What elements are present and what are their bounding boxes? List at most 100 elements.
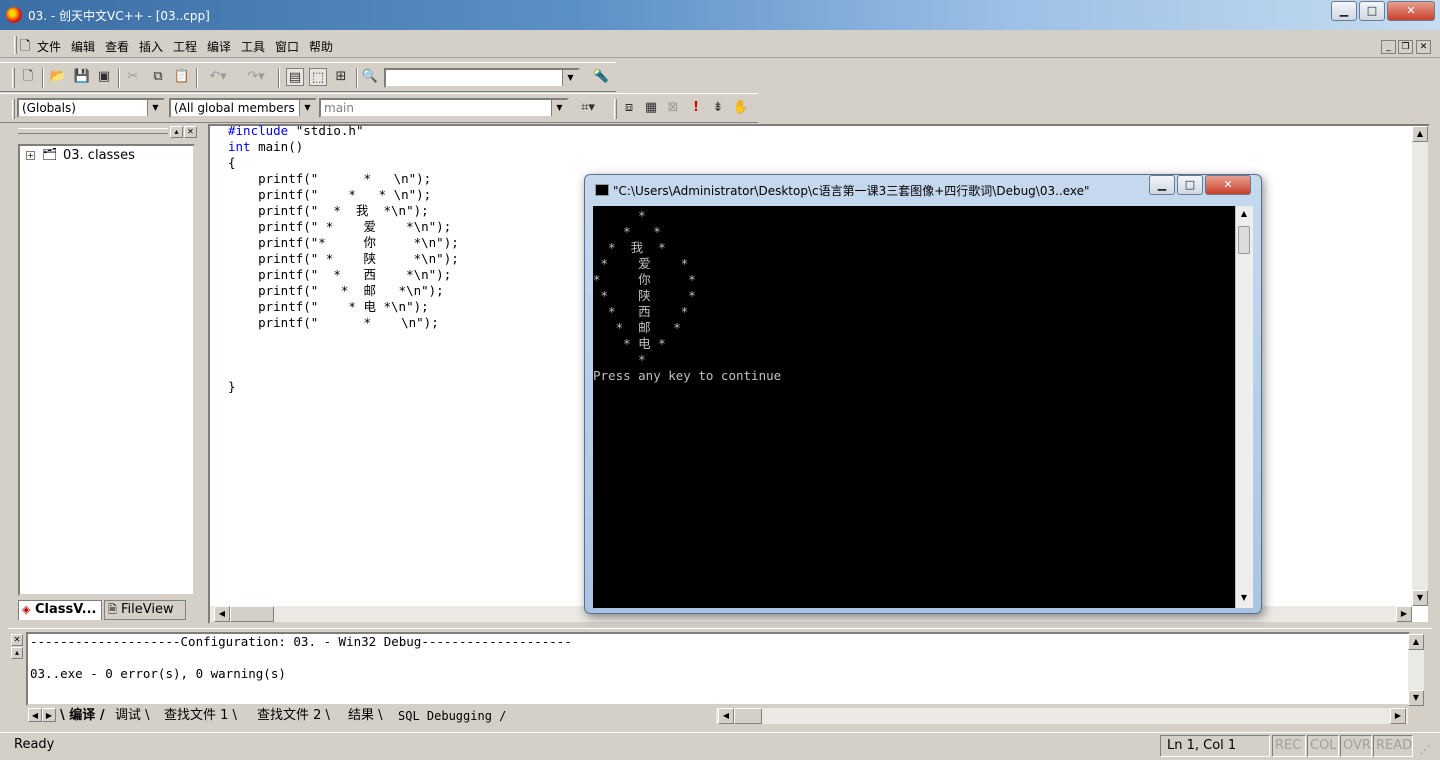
find-icon[interactable]: 🔦 (592, 68, 610, 86)
console-close-button[interactable]: ✕ (1205, 175, 1251, 195)
scroll-right-icon[interactable]: ▶ (1390, 708, 1406, 724)
scroll-down-icon[interactable]: ▼ (1408, 690, 1424, 706)
open-folder-icon[interactable]: 📂 (49, 68, 67, 86)
go-icon[interactable]: ⇟ (709, 99, 727, 117)
scroll-right-icon[interactable]: ▶ (1396, 606, 1412, 622)
code-line[interactable]: } (228, 379, 459, 395)
scroll-left-icon[interactable]: ◀ (718, 708, 734, 724)
workspace-icon[interactable]: ▤ (286, 68, 304, 86)
tab-classview[interactable]: ◈ ClassV... (18, 600, 102, 620)
code-line[interactable] (228, 347, 459, 363)
redo-icon[interactable]: ↷▾ (241, 68, 271, 86)
chevron-down-icon[interactable]: ▼ (562, 70, 578, 86)
compile-icon[interactable]: ⧈ (620, 99, 638, 117)
copy-icon[interactable]: ⧉ (149, 68, 167, 86)
code-line[interactable]: printf("* 你 *\n"); (228, 235, 459, 251)
console-scrollbar[interactable]: ▲ ▼ (1235, 206, 1253, 608)
build-icon[interactable]: ▦ (642, 99, 660, 117)
toolbar-grip[interactable] (12, 68, 15, 88)
maximize-button[interactable]: □ (1359, 1, 1385, 21)
toolbar-grip[interactable] (12, 99, 15, 119)
wizard-action-icon[interactable]: ⌗▾ (572, 99, 604, 117)
code-line[interactable]: printf(" * 我 *\n"); (228, 203, 459, 219)
resize-grip-icon[interactable]: ⋰ (1420, 745, 1430, 756)
expand-icon[interactable]: + (26, 151, 35, 160)
code-line[interactable]: #include "stdio.h" (228, 123, 459, 139)
save-all-icon[interactable]: ▣ (95, 68, 113, 86)
find-in-files-icon[interactable]: 🔍 (361, 68, 379, 86)
execute-icon[interactable]: ! (687, 99, 705, 117)
code-line[interactable] (228, 331, 459, 347)
workspace-grip[interactable] (18, 128, 168, 134)
console-minimize-button[interactable]: ▁ (1149, 175, 1175, 195)
code-line[interactable]: { (228, 155, 459, 171)
menu-file[interactable]: 文件 (37, 38, 61, 55)
mdi-close-button[interactable]: ✕ (1416, 40, 1431, 54)
code-line[interactable]: printf(" * 电 *\n"); (228, 299, 459, 315)
code-line[interactable]: int main() (228, 139, 459, 155)
code-line[interactable]: printf(" * 西 *\n"); (228, 267, 459, 283)
menu-build[interactable]: 编译 (207, 38, 231, 55)
scroll-thumb[interactable] (734, 708, 762, 724)
scroll-down-icon[interactable]: ▼ (1412, 590, 1428, 606)
code-text[interactable]: #include "stdio.h" int main(){ printf(" *… (228, 123, 459, 395)
output-tab-results[interactable]: 结果 \ (348, 707, 383, 725)
output-vertical-scrollbar[interactable]: ▲ ▼ (1408, 634, 1424, 706)
console-window[interactable]: "C:\Users\Administrator\Desktop\c语言第一课3三… (584, 174, 1262, 614)
close-button[interactable]: ✕ (1387, 1, 1435, 21)
class-combo[interactable]: (Globals) ▼ (17, 98, 165, 118)
output-close-button[interactable]: ✕ (11, 634, 23, 646)
tree-root-label[interactable]: 03. classes (63, 148, 135, 163)
scroll-left-icon[interactable]: ◀ (214, 606, 230, 622)
code-line[interactable]: printf(" * \n"); (228, 315, 459, 331)
window-list-icon[interactable]: ⊞ (332, 68, 350, 86)
menu-project[interactable]: 工程 (173, 38, 197, 55)
code-line[interactable]: printf(" * 陕 *\n"); (228, 251, 459, 267)
chevron-down-icon[interactable]: ▼ (147, 100, 163, 116)
scroll-up-icon[interactable]: ▲ (1408, 634, 1424, 650)
menu-help[interactable]: 帮助 (309, 38, 333, 55)
members-combo[interactable]: main ▼ (319, 98, 569, 118)
scroll-thumb[interactable] (1238, 226, 1250, 254)
find-combo[interactable]: ▼ (384, 68, 580, 88)
mdi-restore-button[interactable]: ❐ (1398, 40, 1413, 54)
output-tab-debug[interactable]: 调试 \ (115, 707, 150, 725)
scroll-up-icon[interactable]: ▲ (1412, 126, 1428, 142)
menu-window[interactable]: 窗口 (275, 38, 299, 55)
paste-icon[interactable]: 📋 (173, 68, 191, 86)
menu-tools[interactable]: 工具 (241, 38, 265, 55)
scroll-down-icon[interactable]: ▼ (1238, 592, 1250, 604)
tab-scroll-left-icon[interactable]: ◀ (28, 708, 42, 722)
output-tab-find2[interactable]: 查找文件 2 \ (257, 707, 330, 725)
toolbar-grip[interactable] (614, 99, 617, 119)
code-line[interactable]: printf(" * 爱 *\n"); (228, 219, 459, 235)
chevron-down-icon[interactable]: ▼ (299, 100, 315, 116)
workspace-maximize-button[interactable]: ▴ (170, 126, 183, 138)
save-icon[interactable]: 💾 (73, 68, 91, 86)
editor-vertical-scrollbar[interactable]: ▲ ▼ (1412, 126, 1428, 606)
minimize-button[interactable]: ▁ (1331, 1, 1357, 21)
stop-build-icon[interactable]: ⊠ (664, 99, 682, 117)
mdi-minimize-button[interactable]: _ (1381, 40, 1396, 54)
output-horizontal-scrollbar[interactable]: ◀ ▶ (716, 708, 1408, 724)
scroll-up-icon[interactable]: ▲ (1238, 208, 1250, 220)
tab-fileview[interactable]: 🗎 FileView (104, 600, 186, 620)
console-maximize-button[interactable]: □ (1177, 175, 1203, 195)
menubar-grip[interactable] (14, 36, 17, 54)
breakpoint-hand-icon[interactable]: ✋ (732, 99, 750, 117)
menu-insert[interactable]: 插入 (139, 38, 163, 55)
code-line[interactable]: printf(" * \n"); (228, 171, 459, 187)
scroll-thumb[interactable] (230, 606, 274, 622)
filter-combo[interactable]: (All global members ▼ (169, 98, 317, 118)
document-icon[interactable]: 🗋 (20, 37, 30, 59)
menu-edit[interactable]: 编辑 (71, 38, 95, 55)
output-tab-find1[interactable]: 查找文件 1 \ (164, 707, 237, 725)
chevron-down-icon[interactable]: ▼ (551, 100, 567, 116)
workspace-close-button[interactable]: ✕ (184, 126, 197, 138)
output-tab-sql[interactable]: SQL Debugging / (398, 707, 506, 725)
cut-icon[interactable]: ✂ (124, 68, 142, 86)
new-file-icon[interactable]: 🗋 (19, 68, 37, 86)
menu-view[interactable]: 查看 (105, 38, 129, 55)
code-line[interactable]: printf(" * 邮 *\n"); (228, 283, 459, 299)
output-tab-build[interactable]: \ 编译 / (60, 707, 105, 725)
